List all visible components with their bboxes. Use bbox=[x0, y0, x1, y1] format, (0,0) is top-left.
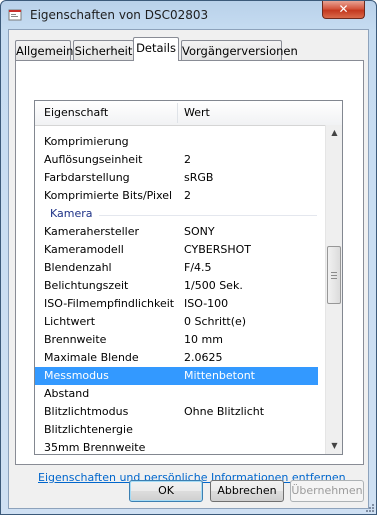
list-header: Eigenschaft Wert bbox=[35, 101, 342, 126]
table-row[interactable]: Komprimierung bbox=[35, 133, 318, 151]
property-value: Mittenbetont bbox=[184, 369, 255, 382]
column-header-value[interactable]: Wert bbox=[184, 101, 210, 125]
table-row[interactable]: Brennweite 10 mm bbox=[35, 331, 318, 349]
property-name: Blitzlichtenergie bbox=[44, 423, 133, 436]
title-bar[interactable]: Eigenschaften von DSC02803 ✕ bbox=[1, 1, 376, 29]
tab-label: Sicherheit bbox=[74, 44, 133, 58]
table-row[interactable]: Auflösungseinheit 2 bbox=[35, 151, 318, 169]
property-name: Kamerahersteller bbox=[44, 225, 139, 238]
property-value: sRGB bbox=[184, 171, 214, 184]
property-name: Blitzlichtmodus bbox=[44, 405, 129, 418]
table-row[interactable]: ISO-Filmempfindlichkeit ISO-100 bbox=[35, 295, 318, 313]
table-row[interactable]: Lichtwert 0 Schritt(e) bbox=[35, 313, 318, 331]
column-divider[interactable] bbox=[177, 103, 178, 123]
table-row[interactable]: Farbdarstellung sRGB bbox=[35, 169, 318, 187]
tab-label: Allgemein bbox=[16, 44, 74, 58]
details-panel: Eigenschaft Wert Komprimierung Auflösung… bbox=[15, 60, 364, 484]
group-divider bbox=[99, 215, 317, 216]
table-row[interactable]: Kameramodell CYBERSHOT bbox=[35, 241, 318, 259]
close-icon: ✕ bbox=[338, 2, 349, 16]
property-name: Farbdarstellung bbox=[44, 171, 130, 184]
property-name: Maximale Blende bbox=[44, 351, 139, 364]
property-name: Komprimierung bbox=[44, 135, 129, 148]
property-value: CYBERSHOT bbox=[184, 243, 251, 256]
table-row-selected[interactable]: Messmodus Mittenbetont bbox=[35, 367, 318, 385]
grip-line bbox=[331, 272, 337, 273]
tab-label: Details bbox=[136, 41, 176, 55]
property-value: SONY bbox=[184, 225, 215, 238]
property-value: 1/500 Sek. bbox=[184, 279, 243, 292]
tab-details[interactable]: Details bbox=[133, 37, 179, 61]
property-name: Auflösungseinheit bbox=[44, 153, 143, 166]
column-header-property[interactable]: Eigenschaft bbox=[44, 101, 108, 125]
ok-button[interactable]: OK bbox=[129, 480, 203, 502]
table-row[interactable]: Belichtungszeit 1/500 Sek. bbox=[35, 277, 318, 295]
table-row[interactable]: Kamerahersteller SONY bbox=[35, 223, 318, 241]
group-header-kamera: Kamera bbox=[35, 205, 318, 223]
grip-line bbox=[331, 275, 337, 276]
grip-line bbox=[331, 278, 337, 279]
close-button[interactable]: ✕ bbox=[322, 1, 365, 19]
property-value: 2.0625 bbox=[184, 351, 223, 364]
table-row[interactable]: 35mm Brennweite bbox=[35, 439, 318, 454]
property-name: Kameramodell bbox=[44, 243, 124, 256]
property-name: Brennweite bbox=[44, 333, 107, 346]
properties-window: Eigenschaften von DSC02803 ✕ Allgemein S… bbox=[0, 0, 377, 515]
cancel-button[interactable]: Abbrechen bbox=[210, 480, 284, 502]
resize-grip-icon[interactable] bbox=[365, 503, 375, 513]
apply-button[interactable]: Übernehmen bbox=[290, 480, 364, 502]
table-row[interactable]: Blitzlichtmodus Ohne Blitzlicht bbox=[35, 403, 318, 421]
table-row[interactable]: Abstand bbox=[35, 385, 318, 403]
property-name: Lichtwert bbox=[44, 315, 96, 328]
property-value: 10 mm bbox=[184, 333, 223, 346]
property-name: Messmodus bbox=[44, 369, 109, 382]
property-value: 0 Schritt(e) bbox=[184, 315, 247, 328]
property-name: 35mm Brennweite bbox=[44, 441, 146, 454]
window-title: Eigenschaften von DSC02803 bbox=[30, 8, 209, 22]
table-row[interactable]: Blitzlichtenergie bbox=[35, 421, 318, 439]
group-title: Kamera bbox=[50, 207, 93, 220]
table-row[interactable]: Komprimierte Bits/Pixel 2 bbox=[35, 187, 318, 205]
properties-icon bbox=[8, 9, 22, 21]
scrollbar-thumb[interactable] bbox=[327, 246, 341, 304]
tab-vorgaengerversionen[interactable]: Vorgängerversionen bbox=[181, 40, 298, 60]
property-name: Belichtungszeit bbox=[44, 279, 129, 292]
scroll-up-icon[interactable]: ▲ bbox=[327, 125, 342, 141]
property-name: Abstand bbox=[44, 387, 90, 400]
property-value: 2 bbox=[184, 153, 191, 166]
property-value: F/4.5 bbox=[184, 261, 212, 274]
property-value: Ohne Blitzlicht bbox=[184, 405, 265, 418]
vertical-scrollbar[interactable]: ▲ ▼ bbox=[325, 125, 342, 454]
property-name: Blendenzahl bbox=[44, 261, 112, 274]
properties-list[interactable]: Eigenschaft Wert Komprimierung Auflösung… bbox=[34, 100, 343, 455]
property-name: Komprimierte Bits/Pixel bbox=[44, 189, 173, 202]
dialog-client: Allgemein Sicherheit Details Vorgängerve… bbox=[8, 29, 369, 509]
table-row[interactable]: Maximale Blende 2.0625 bbox=[35, 349, 318, 367]
tab-sicherheit[interactable]: Sicherheit bbox=[73, 40, 134, 60]
tab-label: Vorgängerversionen bbox=[182, 44, 298, 58]
property-value: 2 bbox=[184, 189, 191, 202]
table-row[interactable]: Blendenzahl F/4.5 bbox=[35, 259, 318, 277]
property-name: ISO-Filmempfindlichkeit bbox=[44, 297, 175, 310]
scroll-down-icon[interactable]: ▼ bbox=[327, 438, 342, 454]
tab-allgemein[interactable]: Allgemein bbox=[15, 40, 74, 60]
property-value: ISO-100 bbox=[184, 297, 229, 310]
